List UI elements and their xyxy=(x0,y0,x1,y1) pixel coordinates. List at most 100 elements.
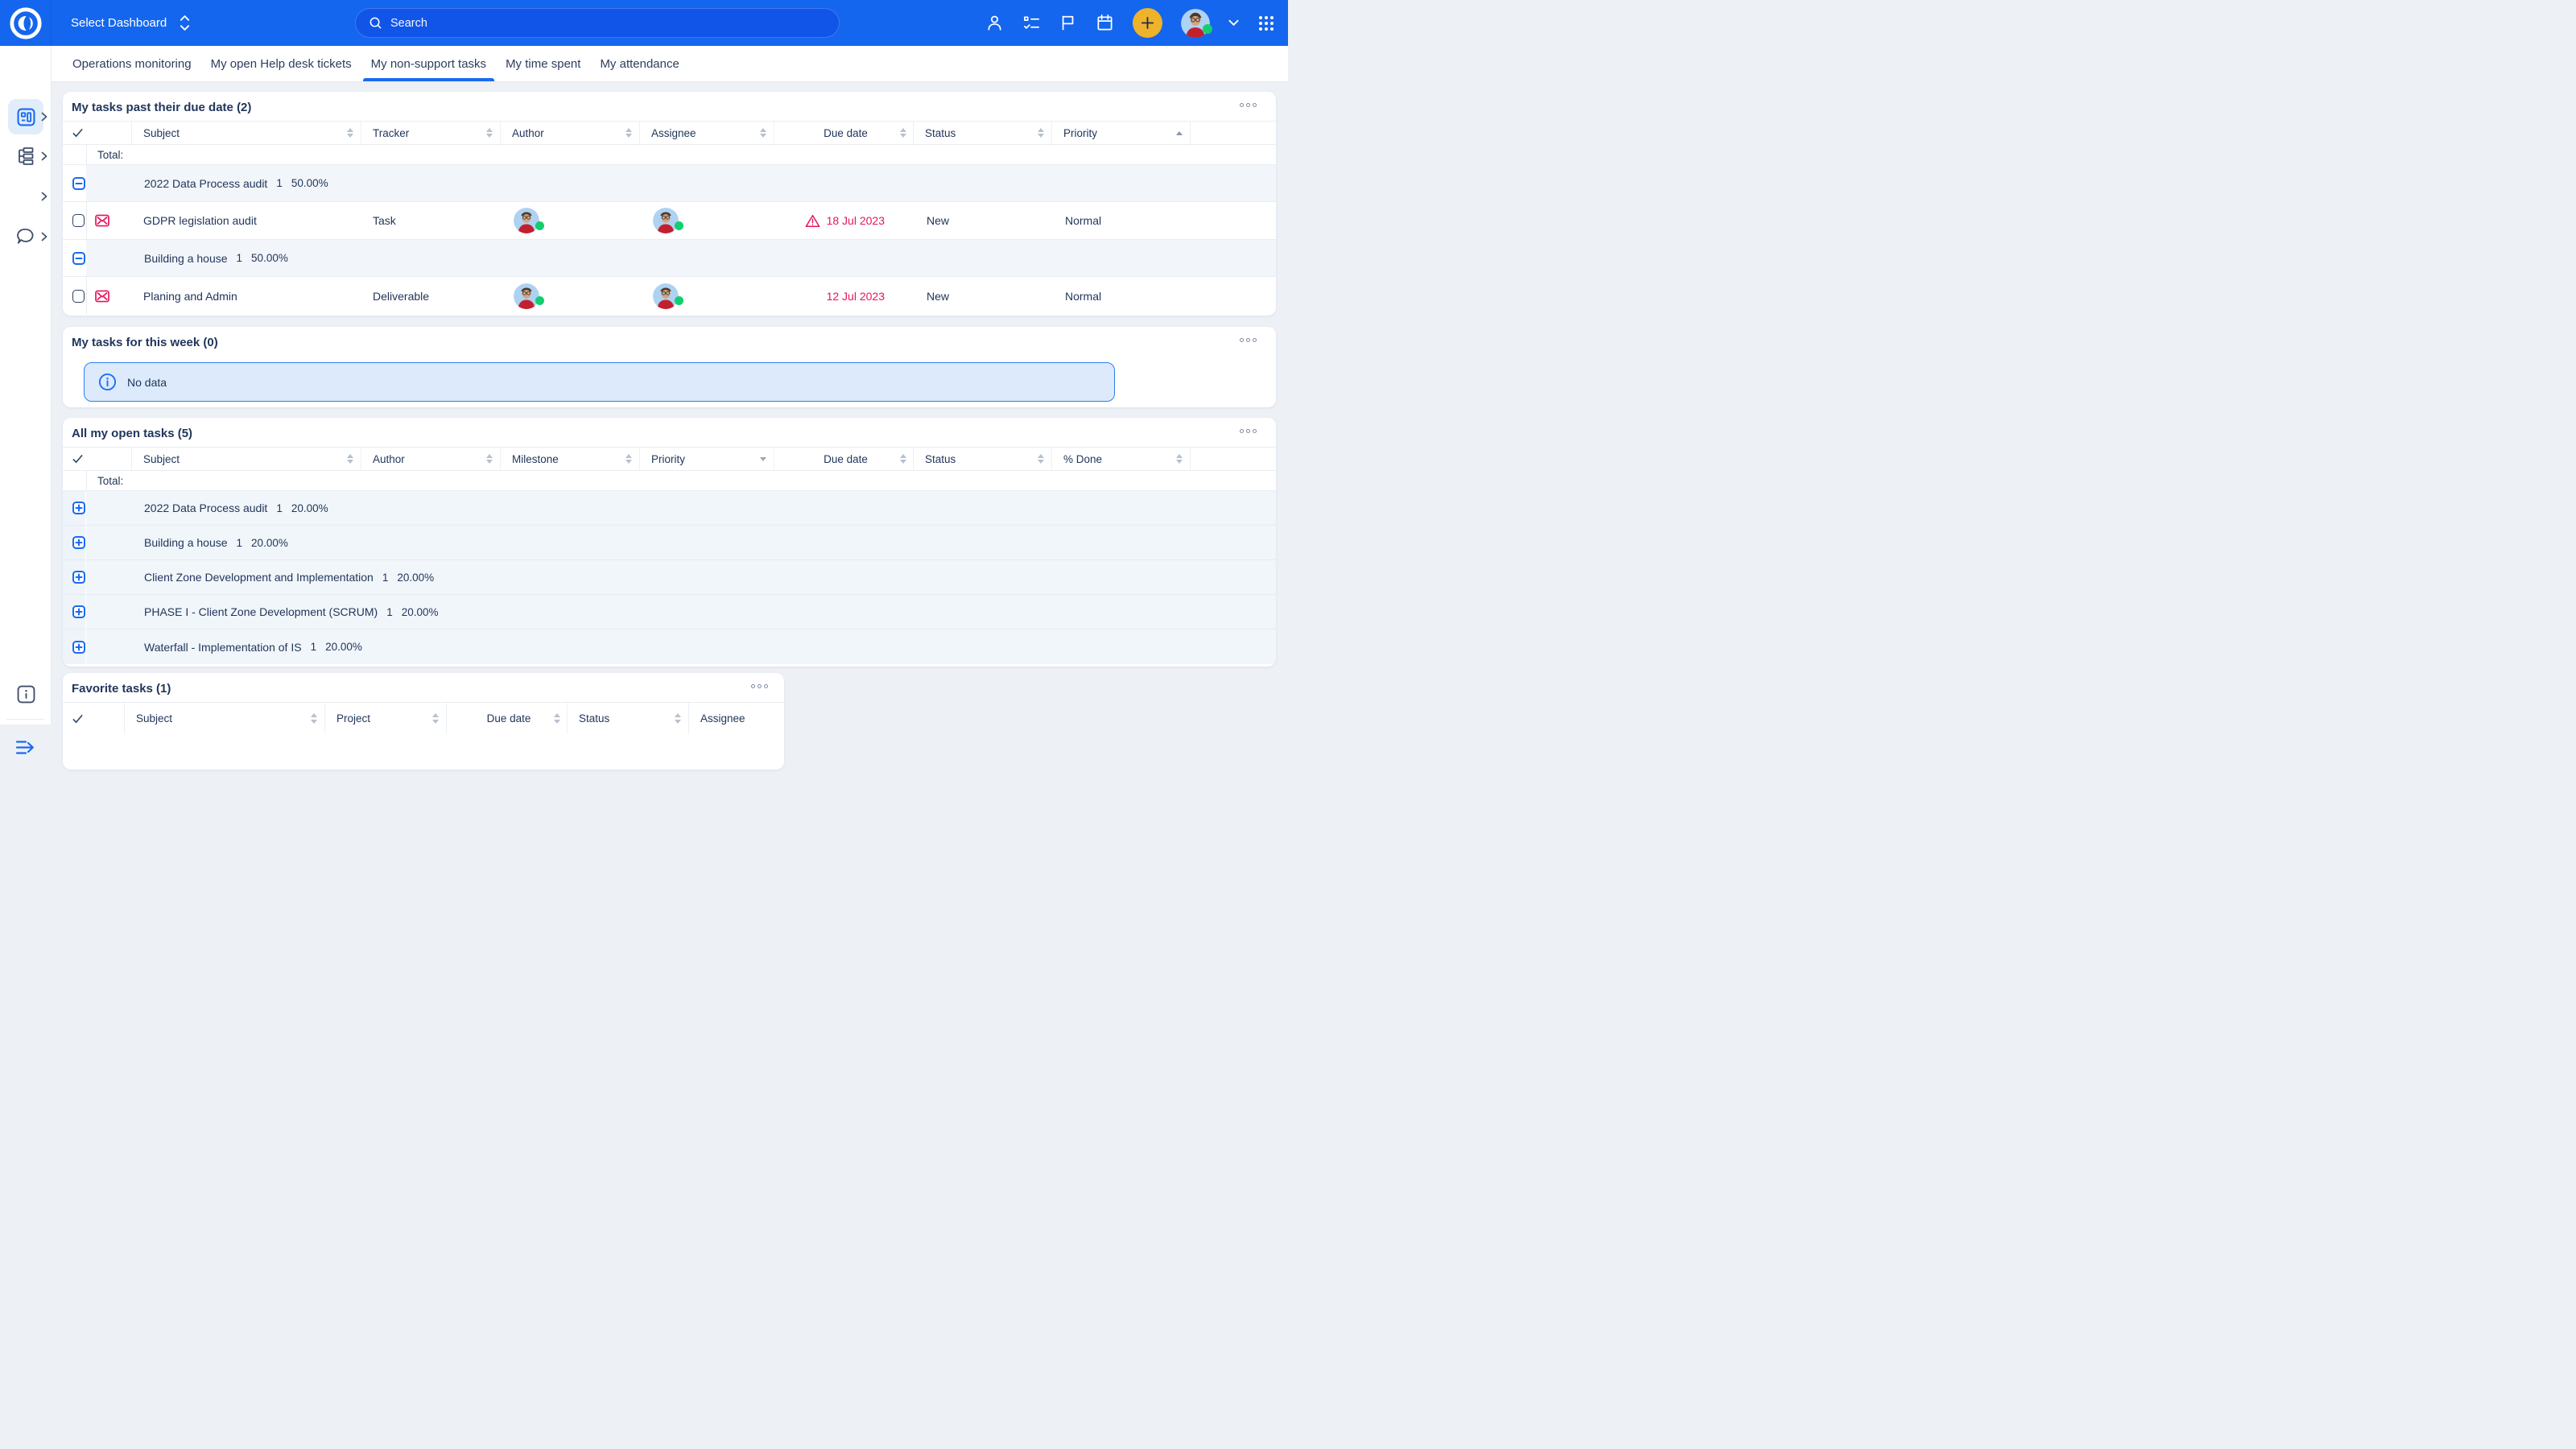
expand-group-button[interactable] xyxy=(72,641,85,654)
expand-group-button[interactable] xyxy=(72,536,85,549)
sort-icon xyxy=(347,128,353,138)
user-avatar[interactable] xyxy=(1181,9,1210,38)
search-icon xyxy=(369,16,382,30)
group-name: 2022 Data Process audit xyxy=(144,177,267,190)
sidebar-item-more[interactable] xyxy=(0,184,52,208)
group-row[interactable]: PHASE I - Client Zone Development (SCRUM… xyxy=(63,595,1276,630)
group-percent: 20.00% xyxy=(325,641,362,653)
sort-icon xyxy=(900,454,906,464)
row-checkbox[interactable] xyxy=(72,290,85,303)
expand-group-button[interactable] xyxy=(72,571,85,584)
group-row[interactable]: Waterfall - Implementation of IS 1 20.00… xyxy=(63,630,1276,664)
group-row[interactable]: 2022 Data Process audit 1 20.00% xyxy=(63,491,1276,526)
kebab-menu-icon[interactable] xyxy=(1240,103,1257,107)
chat-icon xyxy=(16,227,35,246)
tasklist-icon[interactable] xyxy=(1022,14,1041,32)
group-name: 2022 Data Process audit xyxy=(144,502,267,514)
expand-group-button[interactable] xyxy=(72,605,85,618)
column-header-assignee[interactable]: Assignee xyxy=(640,122,774,144)
row-checkbox[interactable] xyxy=(72,214,85,227)
total-row: Total: xyxy=(63,145,1276,165)
collapse-group-button[interactable] xyxy=(72,252,85,265)
task-row[interactable]: Planing and Admin Deliverable 12 Jul 202… xyxy=(63,277,1276,315)
expand-sidebar-icon xyxy=(15,739,37,756)
quick-add-button[interactable] xyxy=(1133,8,1162,38)
column-header-subject[interactable]: Subject xyxy=(125,703,325,734)
select-all-header[interactable] xyxy=(63,122,132,144)
global-search[interactable] xyxy=(355,8,840,38)
user-icon[interactable] xyxy=(985,14,1004,32)
chevron-right-icon xyxy=(41,151,47,161)
flag-icon[interactable] xyxy=(1059,14,1077,32)
info-icon xyxy=(17,685,35,704)
dashboard-tabs: Operations monitoring My open Help desk … xyxy=(52,46,1288,82)
column-header-tracker[interactable]: Tracker xyxy=(361,122,501,144)
collapse-group-button[interactable] xyxy=(72,177,85,190)
online-status-dot xyxy=(675,221,683,230)
column-header-due-date[interactable]: Due date xyxy=(447,703,568,734)
sidebar-item-project-tree[interactable] xyxy=(0,144,52,168)
tab-operations-monitoring[interactable]: Operations monitoring xyxy=(72,46,192,81)
select-all-header[interactable] xyxy=(63,703,125,734)
group-percent: 20.00% xyxy=(402,606,439,618)
column-header-project[interactable]: Project xyxy=(325,703,447,734)
column-header-milestone[interactable]: Milestone xyxy=(501,448,640,470)
panel-title: My tasks past their due date (2) xyxy=(72,101,251,114)
apps-grid-icon[interactable] xyxy=(1257,14,1275,32)
table-header-row: Subject Tracker Author Assignee Due date… xyxy=(63,121,1276,145)
panel-title: My tasks for this week (0) xyxy=(72,336,218,349)
tab-my-open-help-desk-tickets[interactable]: My open Help desk tickets xyxy=(211,46,352,81)
search-input[interactable] xyxy=(390,17,777,30)
column-header-author[interactable]: Author xyxy=(361,448,501,470)
chevron-down-icon[interactable] xyxy=(1228,19,1239,27)
no-data-alert: No data xyxy=(84,362,1115,402)
column-header-empty xyxy=(1191,448,1276,470)
sort-icon xyxy=(625,454,632,464)
cell-subject[interactable]: GDPR legislation audit xyxy=(132,202,361,239)
expand-group-button[interactable] xyxy=(72,502,85,514)
column-header-status[interactable]: Status xyxy=(914,122,1052,144)
expand-sidebar-button[interactable] xyxy=(0,735,52,759)
sidebar-item-info[interactable] xyxy=(0,682,52,706)
cell-priority: Normal xyxy=(1052,202,1191,239)
avatar xyxy=(514,208,539,233)
select-all-header[interactable] xyxy=(63,448,132,470)
panel-all-open-tasks: All my open tasks (5) Subject Author Mil… xyxy=(63,418,1276,667)
column-header-percent-done[interactable]: % Done xyxy=(1052,448,1191,470)
column-header-assignee[interactable]: Assignee xyxy=(689,703,784,734)
sidebar-item-dashboard[interactable] xyxy=(0,99,52,134)
kebab-menu-icon[interactable] xyxy=(1240,338,1257,342)
column-header-author[interactable]: Author xyxy=(501,122,640,144)
app-logo[interactable] xyxy=(0,0,52,46)
tab-my-non-support-tasks[interactable]: My non-support tasks xyxy=(371,46,486,81)
column-header-subject[interactable]: Subject xyxy=(132,448,361,470)
group-count: 1 xyxy=(237,537,243,549)
group-name: Building a house xyxy=(144,536,228,549)
column-header-priority[interactable]: Priority xyxy=(1052,122,1191,144)
tab-my-attendance[interactable]: My attendance xyxy=(600,46,679,81)
task-row[interactable]: GDPR legislation audit Task 18 Jul 2023 xyxy=(63,202,1276,240)
select-updown-icon xyxy=(180,14,190,31)
group-row[interactable]: Building a house 1 20.00% xyxy=(63,526,1276,560)
sort-asc-icon xyxy=(1176,131,1183,135)
column-header-due-date[interactable]: Due date xyxy=(774,448,914,470)
column-header-status[interactable]: Status xyxy=(568,703,689,734)
calendar-icon[interactable] xyxy=(1096,14,1114,32)
group-row[interactable]: Client Zone Development and Implementati… xyxy=(63,560,1276,595)
column-header-status[interactable]: Status xyxy=(914,448,1052,470)
sidebar-item-chat[interactable] xyxy=(0,225,52,249)
cell-due-date: 18 Jul 2023 xyxy=(774,202,914,239)
column-header-due-date[interactable]: Due date xyxy=(774,122,914,144)
group-name: Client Zone Development and Implementati… xyxy=(144,571,374,584)
kebab-menu-icon[interactable] xyxy=(751,684,768,688)
dashboard-selector[interactable]: Select Dashboard xyxy=(71,14,190,31)
group-row[interactable]: Building a house 1 50.00% xyxy=(63,240,1276,277)
kebab-menu-icon[interactable] xyxy=(1240,429,1257,433)
avatar xyxy=(653,208,679,233)
tab-my-time-spent[interactable]: My time spent xyxy=(506,46,580,81)
group-row[interactable]: 2022 Data Process audit 1 50.00% xyxy=(63,165,1276,202)
column-header-subject[interactable]: Subject xyxy=(132,122,361,144)
cell-subject[interactable]: Planing and Admin xyxy=(132,277,361,315)
group-percent: 20.00% xyxy=(251,537,288,549)
column-header-priority[interactable]: Priority xyxy=(640,448,774,470)
